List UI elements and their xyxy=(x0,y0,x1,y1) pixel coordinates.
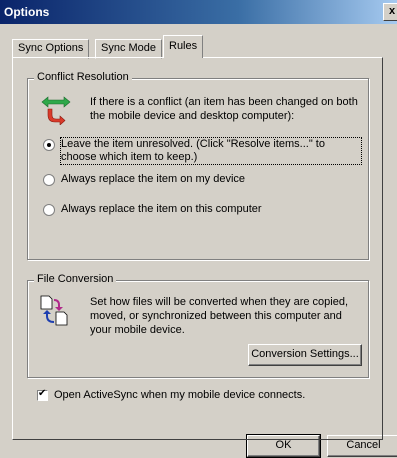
conversion-settings-button[interactable]: Conversion Settings... xyxy=(248,344,362,366)
radio-button[interactable] xyxy=(43,204,55,216)
radio-label-replace-computer: Always replace the item on this computer xyxy=(61,203,262,215)
tab-sync-options[interactable]: Sync Options xyxy=(12,39,90,59)
file-conversion-icon xyxy=(40,295,68,326)
open-activesync-checkbox[interactable] xyxy=(37,388,48,401)
radio-button[interactable] xyxy=(43,174,55,186)
window-title: Options xyxy=(4,5,50,19)
open-activesync-label: Open ActiveSync when my mobile device co… xyxy=(54,389,306,401)
title-bar: Options x xyxy=(0,0,397,24)
tab-rules[interactable]: Rules xyxy=(163,35,204,58)
open-activesync-option[interactable]: Open ActiveSync when my mobile device co… xyxy=(37,388,367,402)
radio-replace-computer[interactable]: Always replace the item on this computer xyxy=(43,203,361,216)
conflict-description: If there is a conflict (an item has been… xyxy=(90,96,358,122)
conflict-arrows-icon xyxy=(41,96,71,125)
radio-replace-device[interactable]: Always replace the item on my device xyxy=(43,173,361,186)
radio-label-leave-unresolved: Leave the item unresolved. (Click "Resol… xyxy=(60,137,362,165)
radio-button[interactable] xyxy=(43,139,55,151)
conflict-resolution-group: Conflict Resolution If there is a confli… xyxy=(27,71,369,260)
file-conversion-description: Set how files will be converted when the… xyxy=(90,296,349,336)
dialog-client-area: Sync Options Sync Mode Rules Conflict Re… xyxy=(0,24,397,458)
file-conversion-legend: File Conversion xyxy=(34,273,117,285)
radio-leave-unresolved[interactable]: Leave the item unresolved. (Click "Resol… xyxy=(43,137,362,165)
radio-label-replace-device: Always replace the item on my device xyxy=(61,173,246,185)
conflict-resolution-legend: Conflict Resolution xyxy=(34,71,132,83)
tab-sync-mode[interactable]: Sync Mode xyxy=(95,39,163,59)
rules-tab-panel: Conflict Resolution If there is a confli… xyxy=(12,57,383,440)
file-conversion-group: File Conversion Set how files will be co… xyxy=(27,273,369,378)
close-button[interactable]: x xyxy=(383,3,397,21)
